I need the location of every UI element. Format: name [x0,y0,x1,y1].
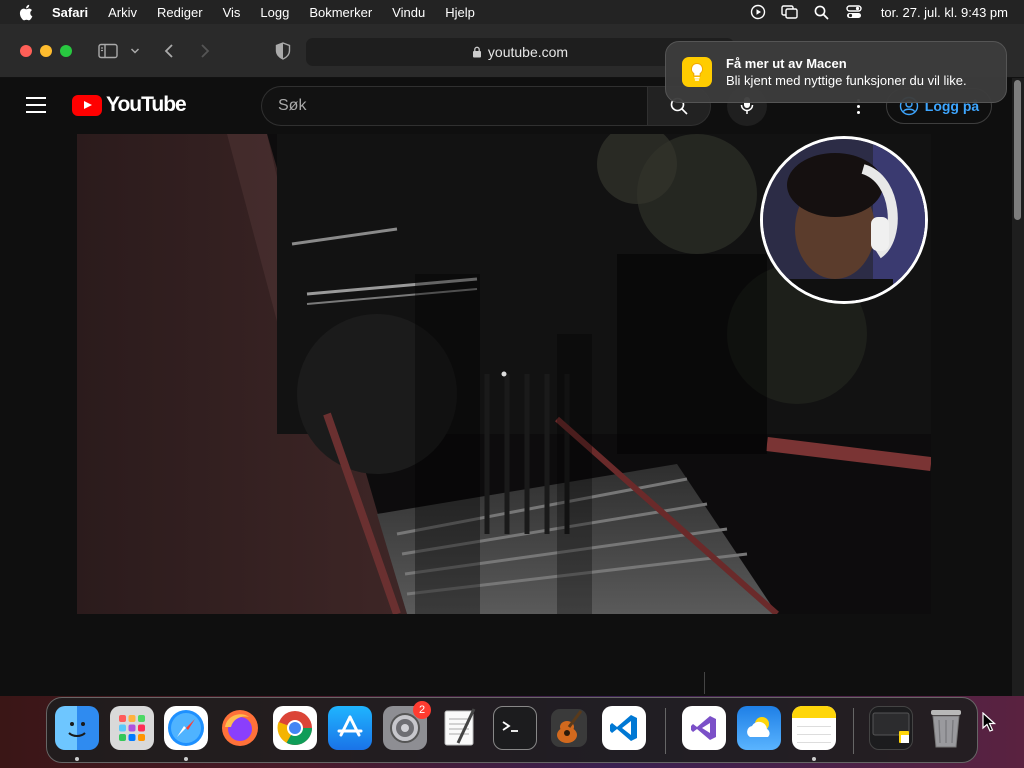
mouse-cursor-icon [982,711,997,732]
search-input[interactable]: Søk [261,86,647,126]
menu-clock[interactable]: tor. 27. jul. kl. 9:43 pm [881,5,1008,20]
spotlight-search-icon[interactable] [813,3,831,21]
menu-arkiv[interactable]: Arkiv [108,5,137,20]
youtube-logo-text: YouTube [106,93,187,116]
textedit-icon[interactable] [438,706,482,750]
app-store-icon[interactable] [328,706,372,750]
trash-icon[interactable] [924,706,968,750]
page-scrollbar[interactable] [1012,78,1024,696]
close-window-button[interactable] [20,45,32,57]
progress-divider [704,672,705,694]
sidebar-toggle-icon[interactable] [97,40,119,62]
zoom-window-button[interactable] [60,45,72,57]
finder-running-indicator [75,757,79,761]
menu-hjelp[interactable]: Hjelp [445,5,475,20]
notes-icon[interactable] [792,706,836,750]
facecam-overlay [760,136,928,304]
notification-message: Bli kjent med nyttige funksjoner du vil … [726,73,967,88]
menu-rediger[interactable]: Rediger [157,5,203,20]
weather-icon[interactable] [737,706,781,750]
launchpad-icon[interactable] [110,706,154,750]
safari-icon[interactable] [164,706,208,750]
menu-bokmerker[interactable]: Bokmerker [309,5,372,20]
tips-lightbulb-icon [682,57,712,87]
menu-logg[interactable]: Logg [260,5,289,20]
video-player[interactable] [77,134,931,614]
screen-mirroring-icon[interactable] [781,3,799,21]
notes-running-indicator [812,757,816,761]
visual-studio-icon[interactable] [682,706,726,750]
safari-running-indicator [184,757,188,761]
vscode-icon[interactable] [602,706,646,750]
back-chevron-icon[interactable] [160,40,178,62]
search-placeholder: Søk [278,97,307,114]
control-center-icon[interactable] [845,3,863,21]
finder-icon[interactable] [55,706,99,750]
apple-menu-icon[interactable] [18,4,34,21]
youtube-logo[interactable]: YouTube [72,93,187,116]
menu-bar: Safari Arkiv Rediger Vis Logg Bokmerker … [0,0,1024,24]
dock-separator-2 [853,708,854,754]
minimize-window-button[interactable] [40,45,52,57]
dock: 2 [46,697,978,763]
notification-title: Få mer ut av Macen [726,56,847,71]
settings-notification-badge: 2 [413,701,431,719]
garageband-icon[interactable] [547,706,591,750]
now-playing-icon[interactable] [749,3,767,21]
safari-window: youtube.com YouTube Søk Logg på [0,24,1024,696]
chrome-icon[interactable] [273,706,317,750]
system-settings-icon[interactable]: 2 [383,701,431,750]
youtube-page: YouTube Søk Logg på [0,78,1012,696]
youtube-play-icon [72,94,102,116]
menu-vindu[interactable]: Vindu [392,5,425,20]
firefox-icon[interactable] [218,706,262,750]
dock-separator [665,708,666,754]
forward-chevron-icon[interactable] [196,40,214,62]
menu-app-name[interactable]: Safari [52,5,88,20]
privacy-shield-icon[interactable] [273,40,293,62]
tab-group-chevron-down-icon[interactable] [129,40,141,62]
lock-icon [472,46,481,58]
address-text: youtube.com [487,44,569,60]
terminal-icon[interactable] [493,706,537,750]
tips-notification[interactable]: Få mer ut av Macen Bli kjent med nyttige… [665,41,1007,103]
guide-menu-icon[interactable] [26,97,46,113]
scrollbar-thumb[interactable] [1014,80,1021,220]
menu-vis[interactable]: Vis [223,5,241,20]
downloads-stack-icon[interactable] [869,706,913,750]
